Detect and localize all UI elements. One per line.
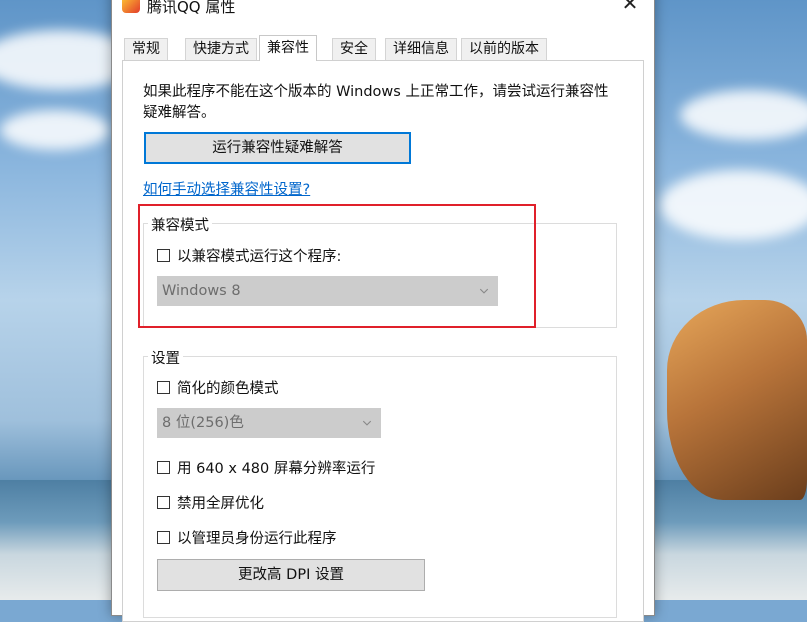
close-icon[interactable]: ✕ [618,0,642,15]
disable-fullscreen-checkbox[interactable] [157,496,170,509]
chevron-down-icon [362,420,372,426]
disable-fullscreen-row[interactable]: 禁用全屏优化 [157,492,264,513]
reduced-color-checkbox[interactable] [157,381,170,394]
tab-general[interactable]: 常规 [124,38,168,60]
change-dpi-button[interactable]: 更改高 DPI 设置 [157,559,425,591]
run-as-admin-checkbox[interactable] [157,531,170,544]
tab-strip: 常规 快捷方式 兼容性 安全 详细信息 以前的版本 [122,35,642,61]
tab-compatibility[interactable]: 兼容性 [259,35,317,61]
cloud [0,110,110,150]
compat-intro-text: 如果此程序不能在这个版本的 Windows 上正常工作，请尝试运行兼容性疑难解答… [143,84,609,121]
reduced-color-row[interactable]: 简化的颜色模式 [157,377,279,398]
tab-security[interactable]: 安全 [332,38,376,60]
cloud [660,170,807,240]
color-depth-select[interactable]: 8 位(256)色 [157,408,381,438]
qq-app-icon [122,0,140,13]
cloud [680,90,807,140]
highlight-annotation-box [138,204,536,328]
resolution-row[interactable]: 用 640 x 480 屏幕分辨率运行 [157,457,375,478]
tab-previous-versions[interactable]: 以前的版本 [461,38,547,60]
manual-compat-link[interactable]: 如何手动选择兼容性设置? [143,178,310,199]
resolution-label: 用 640 x 480 屏幕分辨率运行 [177,461,376,477]
settings-title: 设置 [148,347,183,368]
window-title: 腾讯QQ 属性 [147,0,236,16]
disable-fullscreen-label: 禁用全屏优化 [177,496,264,512]
run-as-admin-label: 以管理员身份运行此程序 [177,531,337,547]
tab-shortcut[interactable]: 快捷方式 [185,38,257,60]
title-bar: 腾讯QQ 属性 ✕ [112,0,654,16]
tab-details[interactable]: 详细信息 [385,38,457,60]
resolution-checkbox[interactable] [157,461,170,474]
reduced-color-label: 简化的颜色模式 [177,381,279,397]
run-as-admin-row[interactable]: 以管理员身份运行此程序 [157,527,337,548]
troubleshoot-button[interactable]: 运行兼容性疑难解答 [144,132,411,164]
color-depth-select-value: 8 位(256)色 [162,415,244,431]
rock-formation [667,300,807,500]
